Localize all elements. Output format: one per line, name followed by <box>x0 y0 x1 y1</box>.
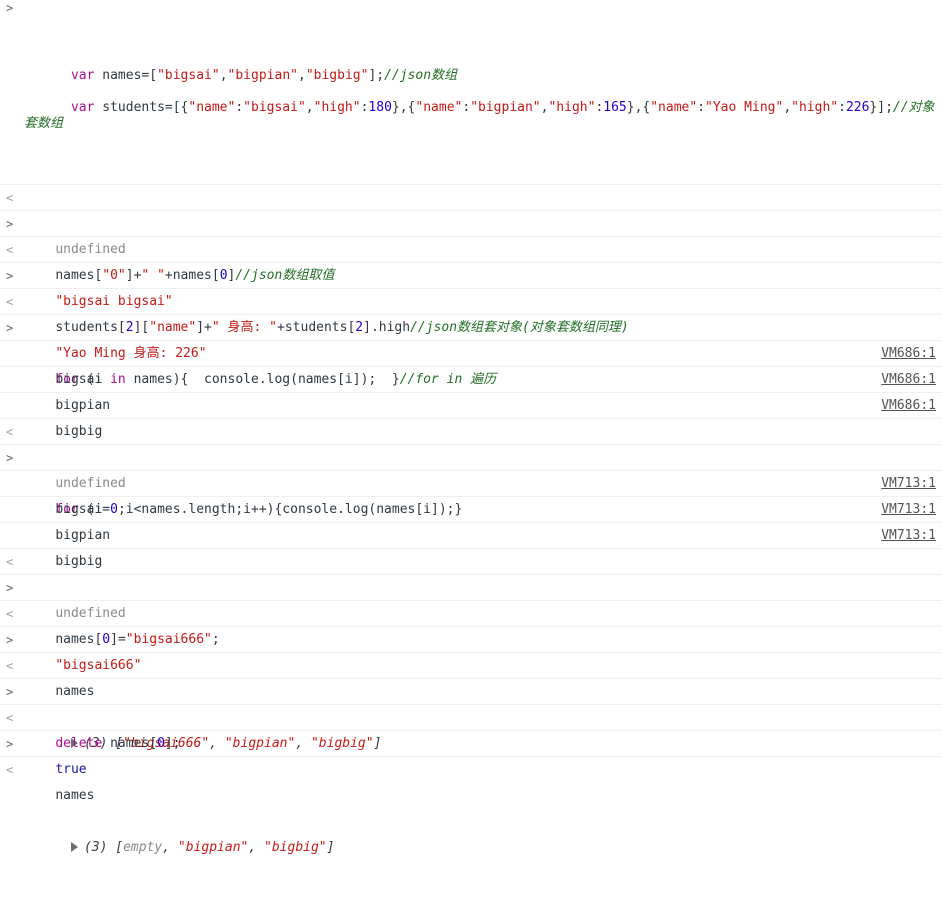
console-result-line: < "Yao Ming 身高: 226" <box>0 289 942 361</box>
input-prompt-icon: > <box>6 633 14 647</box>
console-input-line[interactable]: > names["0"]+" "+names[0]//json数组取值 <box>0 211 942 283</box>
console-log-line: bigsai VM713:1 <box>0 471 942 517</box>
output-prompt-icon: < <box>6 763 14 777</box>
console-result-line: < undefined <box>0 419 942 491</box>
input-prompt-icon: > <box>6 581 14 595</box>
input-prompt-icon: > <box>6 451 14 465</box>
console-result-line: < undefined <box>0 185 942 257</box>
output-prompt-icon: < <box>6 607 14 621</box>
output-prompt-icon: < <box>6 711 14 725</box>
console-log-line: bigpian VM686:1 <box>0 367 942 413</box>
console-input-line[interactable]: > for (i=0;i<names.length;i++){console.l… <box>0 445 942 517</box>
input-prompt-icon: > <box>6 737 14 751</box>
console-result-line: < undefined <box>0 549 942 621</box>
output-prompt-icon: < <box>6 555 14 569</box>
output-prompt-icon: < <box>6 295 14 309</box>
output-prompt-icon: < <box>6 243 14 257</box>
source-link[interactable]: VM686:1 <box>881 393 936 419</box>
array-preview[interactable]: (3) [empty, "bigpian", "bigbig"] <box>24 840 334 881</box>
source-link[interactable]: VM713:1 <box>881 471 936 497</box>
input-prompt-icon: > <box>6 1 14 15</box>
console-result-line: < true <box>0 705 942 777</box>
console-log-line: bigbig VM686:1 <box>0 393 942 439</box>
console-result-line: < "bigsai bigsai" <box>0 237 942 309</box>
console-input-line[interactable]: > for (i in names){ console.log(names[i]… <box>0 315 942 387</box>
source-link[interactable]: VM686:1 <box>881 367 936 393</box>
console-result-line[interactable]: < (3) ["bigsai666", "bigpian", "bigbig"] <box>0 653 942 751</box>
output-prompt-icon: < <box>6 425 14 439</box>
console-input-line[interactable]: > students[2]["name"]+" 身高: "+students[2… <box>0 263 942 335</box>
devtools-console: > var names=["bigsai","bigpian","bigbig"… <box>0 0 942 855</box>
input-prompt-icon: > <box>6 217 14 231</box>
source-link[interactable]: VM713:1 <box>881 497 936 523</box>
console-input-line[interactable]: > names <box>0 731 942 803</box>
output-prompt-icon: < <box>6 659 14 673</box>
console-log-line: bigpian VM713:1 <box>0 497 942 543</box>
console-input-line[interactable]: > var names=["bigsai","bigpian","bigbig"… <box>0 0 942 185</box>
console-result-line[interactable]: < (3) [empty, "bigpian", "bigbig"] <box>0 757 942 855</box>
expand-triangle-icon[interactable] <box>70 842 78 852</box>
console-log-line: bigsai VM686:1 <box>0 341 942 387</box>
output-prompt-icon: < <box>6 191 14 205</box>
source-link[interactable]: VM686:1 <box>881 341 936 367</box>
console-log-line: bigbig VM713:1 <box>0 523 942 569</box>
console-input-line[interactable]: > delete names[0]; <box>0 679 942 751</box>
input-prompt-icon: > <box>6 269 14 283</box>
console-input-line[interactable]: > names <box>0 627 942 699</box>
console-result-line: < "bigsai666" <box>0 601 942 673</box>
input-code: names <box>55 788 95 803</box>
console-input-line[interactable]: > names[0]="bigsai666"; <box>0 575 942 647</box>
input-prompt-icon: > <box>6 321 14 335</box>
source-link[interactable]: VM713:1 <box>881 523 936 549</box>
input-prompt-icon: > <box>6 685 14 699</box>
